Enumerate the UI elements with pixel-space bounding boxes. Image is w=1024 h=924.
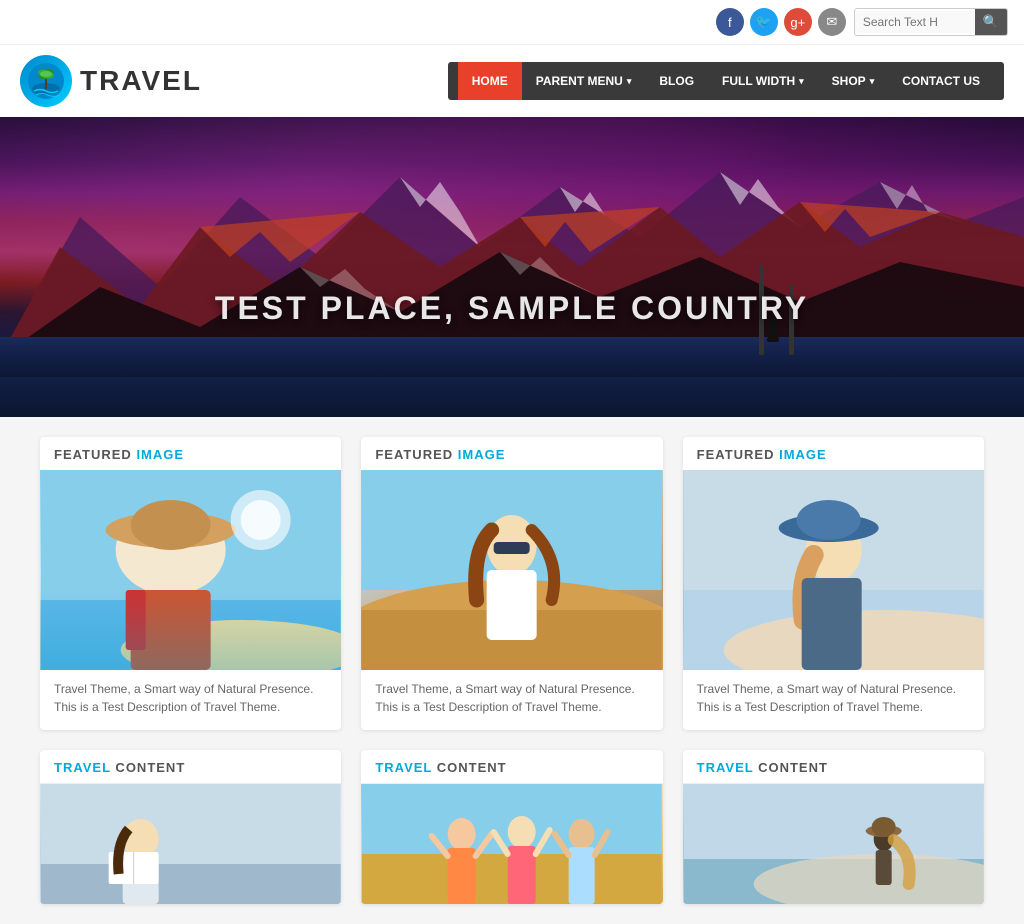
card-3-svg	[683, 470, 984, 670]
parent-menu-arrow: ▾	[627, 76, 632, 87]
header: TRAVEL HOME PARENT MENU ▾ BLOG FULL WIDT…	[0, 45, 1024, 117]
card-1-image	[40, 470, 341, 670]
mountains-svg	[0, 157, 1024, 357]
card-2-accent: IMAGE	[458, 447, 506, 462]
travel-card-3-image	[683, 784, 984, 904]
social-icons: f 🐦 g+ ✉	[716, 8, 846, 36]
nav-parent-menu[interactable]: PARENT MENU ▾	[522, 62, 646, 100]
top-bar: f 🐦 g+ ✉ 🔍	[0, 0, 1024, 45]
googleplus-icon[interactable]: g+	[784, 8, 812, 36]
card-1-desc: Travel Theme, a Smart way of Natural Pre…	[40, 670, 341, 716]
logo[interactable]: TRAVEL	[20, 55, 202, 107]
featured-card-2: FEATURED IMAGE	[361, 437, 662, 730]
featured-card-1: FEATURED IMAGE	[40, 437, 341, 730]
shop-arrow: ▾	[870, 76, 875, 87]
travel-card-1-image	[40, 784, 341, 904]
search-box[interactable]: 🔍	[854, 8, 1008, 36]
hero-mountains	[0, 157, 1024, 357]
hero-section: TEST PLACE, SAMPLE COUNTRY	[0, 117, 1024, 417]
card-3-accent: IMAGE	[779, 447, 827, 462]
card-3-header: FEATURED IMAGE	[683, 437, 984, 470]
card-3-image	[683, 470, 984, 670]
nav-home[interactable]: HOME	[458, 62, 522, 100]
travel-card-1-header: TRAVEL CONTENT	[40, 750, 341, 784]
search-button[interactable]: 🔍	[975, 9, 1007, 35]
travel-card-2-accent: TRAVEL	[375, 760, 432, 775]
hero-water	[0, 337, 1024, 417]
featured-cards-section: FEATURED IMAGE	[0, 417, 1024, 750]
cards-grid: FEATURED IMAGE	[40, 437, 984, 730]
travel-card-3-svg	[683, 784, 984, 904]
card-2-desc: Travel Theme, a Smart way of Natural Pre…	[361, 670, 662, 716]
travel-card-3-header: TRAVEL CONTENT	[683, 750, 984, 784]
logo-text: TRAVEL	[80, 65, 202, 97]
hero-headline: TEST PLACE, SAMPLE COUNTRY	[215, 290, 809, 327]
travel-card-2: TRAVEL CONTENT	[361, 750, 662, 904]
nav-blog[interactable]: BLOG	[645, 62, 708, 100]
email-icon[interactable]: ✉	[818, 8, 846, 36]
twitter-icon[interactable]: 🐦	[750, 8, 778, 36]
travel-grid: TRAVEL CONTENT TRAVE	[40, 750, 984, 904]
travel-card-2-svg	[361, 784, 662, 904]
card-1-header: FEATURED IMAGE	[40, 437, 341, 470]
card-1-svg	[40, 470, 341, 670]
travel-card-3: TRAVEL CONTENT	[683, 750, 984, 904]
travel-section: TRAVEL CONTENT TRAVE	[0, 750, 1024, 924]
facebook-icon[interactable]: f	[716, 8, 744, 36]
water-reflection	[0, 337, 1024, 377]
travel-card-3-accent: TRAVEL	[697, 760, 754, 775]
nav-full-width[interactable]: FULL WIDTH ▾	[708, 62, 818, 100]
card-1-accent: IMAGE	[136, 447, 184, 462]
travel-card-1: TRAVEL CONTENT	[40, 750, 341, 904]
main-nav: HOME PARENT MENU ▾ BLOG FULL WIDTH ▾ SHO…	[448, 62, 1004, 100]
travel-card-1-accent: TRAVEL	[54, 760, 111, 775]
travel-card-2-image	[361, 784, 662, 904]
card-3-desc: Travel Theme, a Smart way of Natural Pre…	[683, 670, 984, 716]
nav-contact[interactable]: CONTACT US	[888, 62, 994, 100]
logo-icon	[26, 61, 66, 101]
travel-card-1-svg	[40, 784, 341, 904]
search-input[interactable]	[855, 11, 975, 33]
card-2-header: FEATURED IMAGE	[361, 437, 662, 470]
card-2-image	[361, 470, 662, 670]
full-width-arrow: ▾	[799, 76, 804, 87]
card-2-svg	[361, 470, 662, 670]
featured-card-3: FEATURED IMAGE	[683, 437, 984, 730]
nav-shop[interactable]: SHOP ▾	[818, 62, 889, 100]
logo-circle	[20, 55, 72, 107]
travel-card-2-header: TRAVEL CONTENT	[361, 750, 662, 784]
